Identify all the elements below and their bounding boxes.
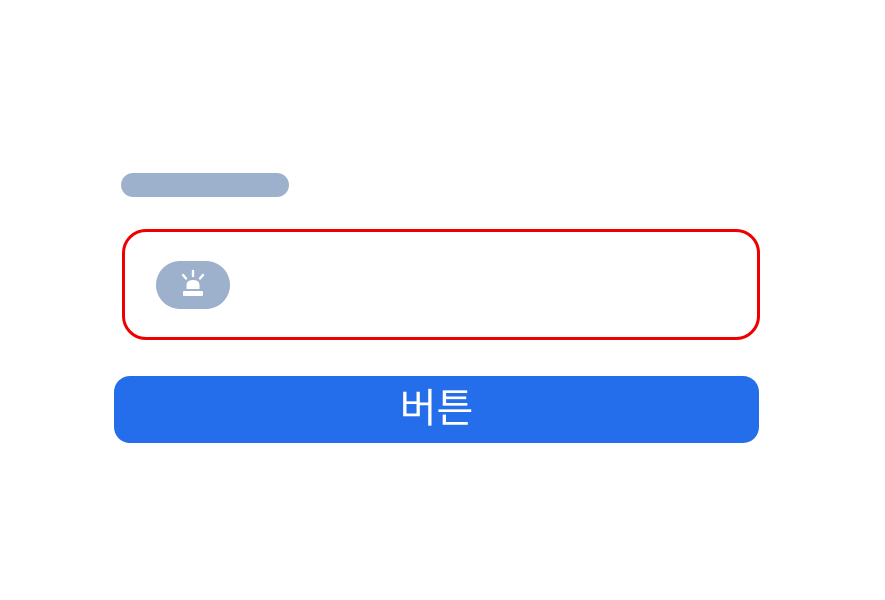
screen: 버튼 — [0, 0, 885, 600]
skeleton-title-bar — [121, 173, 289, 197]
primary-button[interactable]: 버튼 — [114, 376, 759, 443]
alert-card — [122, 229, 760, 340]
alert-icon-badge — [156, 261, 230, 309]
siren-icon — [181, 269, 205, 296]
